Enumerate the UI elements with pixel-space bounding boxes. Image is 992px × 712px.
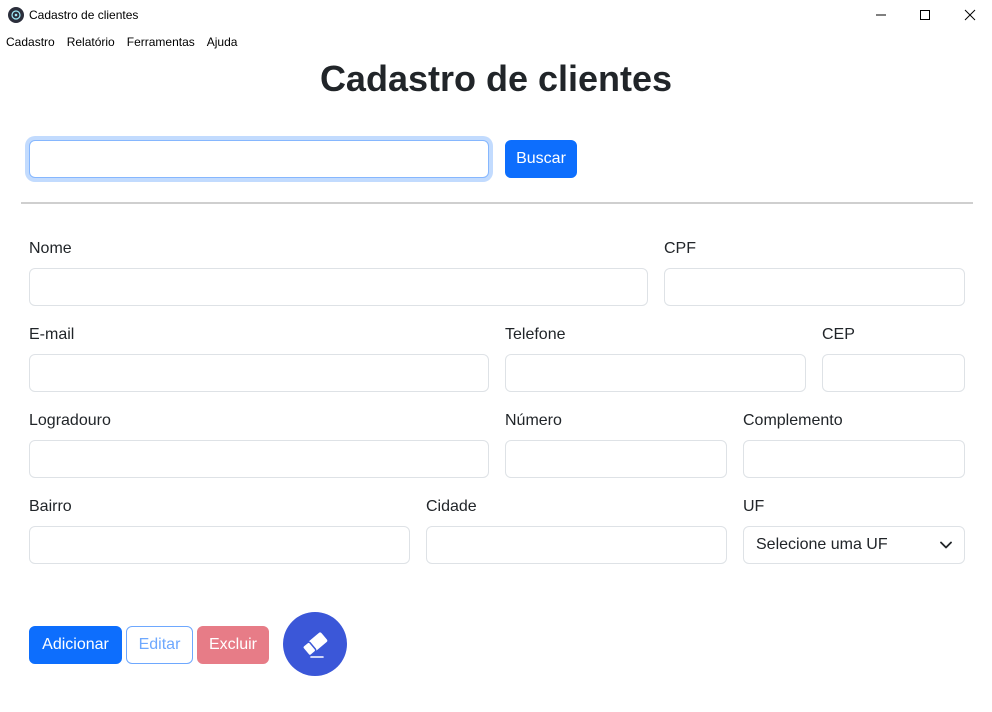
add-button[interactable]: Adicionar bbox=[29, 626, 122, 664]
minimize-icon[interactable] bbox=[858, 0, 904, 30]
numero-field[interactable] bbox=[505, 440, 727, 478]
telefone-field[interactable] bbox=[505, 354, 806, 392]
cep-label: CEP bbox=[822, 326, 855, 343]
divider bbox=[21, 202, 973, 204]
close-icon[interactable] bbox=[947, 0, 992, 30]
window-titlebar: Cadastro de clientes bbox=[0, 0, 992, 30]
nome-label: Nome bbox=[29, 240, 72, 257]
delete-button[interactable]: Excluir bbox=[197, 626, 269, 664]
uf-label: UF bbox=[743, 498, 765, 515]
menu-item-cadastro[interactable]: Cadastro bbox=[0, 33, 61, 52]
eraser-icon bbox=[302, 632, 328, 658]
cidade-label: Cidade bbox=[426, 498, 477, 515]
telefone-label: Telefone bbox=[505, 326, 566, 343]
page-title: Cadastro de clientes bbox=[319, 58, 673, 99]
clear-form-button[interactable] bbox=[283, 612, 347, 676]
window-title: Cadastro de clientes bbox=[29, 8, 139, 22]
logradouro-label: Logradouro bbox=[29, 412, 111, 429]
search-button[interactable]: Buscar bbox=[505, 140, 577, 178]
nome-field[interactable] bbox=[29, 268, 648, 306]
bairro-field[interactable] bbox=[29, 526, 410, 564]
complemento-field[interactable] bbox=[743, 440, 965, 478]
logradouro-field[interactable] bbox=[29, 440, 489, 478]
menu-item-ajuda[interactable]: Ajuda bbox=[201, 33, 244, 52]
uf-select[interactable]: Selecione uma UF bbox=[743, 526, 965, 564]
maximize-icon[interactable] bbox=[902, 0, 948, 30]
numero-label: Número bbox=[505, 412, 562, 429]
bairro-label: Bairro bbox=[29, 498, 72, 515]
complemento-label: Complemento bbox=[743, 412, 843, 429]
cidade-field[interactable] bbox=[426, 526, 727, 564]
app-icon bbox=[8, 7, 24, 23]
edit-button[interactable]: Editar bbox=[126, 626, 193, 664]
search-input[interactable] bbox=[29, 140, 489, 178]
menu-item-ferramentas[interactable]: Ferramentas bbox=[121, 33, 201, 52]
email-label: E-mail bbox=[29, 326, 75, 343]
cpf-label: CPF bbox=[664, 240, 696, 257]
cpf-field[interactable] bbox=[664, 268, 965, 306]
email-field[interactable] bbox=[29, 354, 489, 392]
chevron-down-icon bbox=[940, 541, 952, 549]
cep-field[interactable] bbox=[822, 354, 965, 392]
menu-item-relatorio[interactable]: Relatório bbox=[61, 33, 121, 52]
uf-selected-value: Selecione uma UF bbox=[756, 536, 888, 553]
menu-bar: Cadastro Relatório Ferramentas Ajuda bbox=[0, 33, 243, 52]
